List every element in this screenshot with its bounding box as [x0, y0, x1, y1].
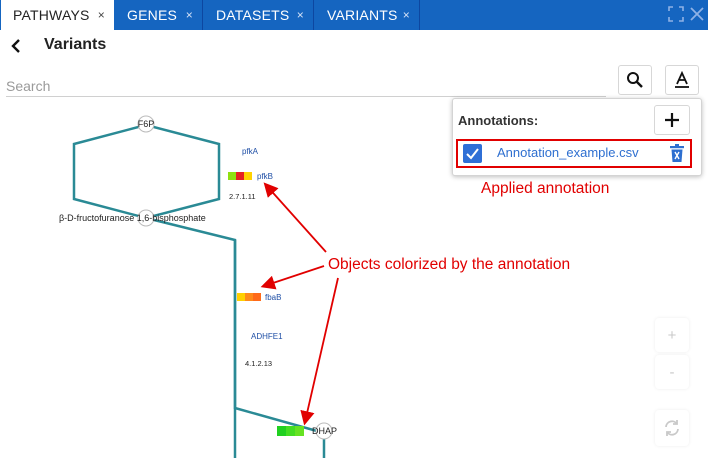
- tab-label: GENES: [127, 7, 178, 23]
- metabolite-label: DHAP: [312, 426, 337, 436]
- zoom-out-icon: -: [669, 363, 675, 381]
- trash-icon[interactable]: [669, 144, 685, 163]
- checkbox-checked-icon[interactable]: [463, 144, 482, 163]
- tab-pathways[interactable]: PATHWAYS ×: [0, 0, 114, 30]
- refresh-icon: [665, 420, 679, 436]
- add-annotation-button[interactable]: [654, 105, 690, 135]
- gene-label[interactable]: ADHFE1: [251, 332, 283, 341]
- search-button[interactable]: [618, 65, 652, 95]
- zoom-out-button[interactable]: -: [655, 355, 689, 389]
- tab-close-icon[interactable]: ×: [403, 8, 410, 22]
- annotation-bar-DHAP[interactable]: [277, 426, 304, 436]
- metabolite-label: β-D-fructofuranose 1,6-bisphosphate: [59, 213, 206, 223]
- text-format-icon: [675, 71, 689, 88]
- gene-label[interactable]: pfkB: [257, 172, 273, 181]
- plus-icon: [665, 113, 679, 127]
- tab-variants[interactable]: VARIANTS ×: [315, 0, 420, 30]
- ec-number: 4.1.2.13: [245, 359, 272, 368]
- tab-label: DATASETS: [216, 7, 290, 23]
- chevron-left-icon[interactable]: [6, 36, 26, 56]
- annotation-bar-pfkB[interactable]: [228, 172, 252, 180]
- page-title: Variants: [44, 36, 107, 53]
- callout-applied-annotation: Applied annotation: [481, 180, 610, 197]
- zoom-in-button[interactable]: +: [655, 318, 689, 352]
- gene-label[interactable]: fbaB: [265, 293, 281, 302]
- annotations-title: Annotations:: [458, 113, 539, 128]
- tab-label: PATHWAYS: [13, 7, 90, 23]
- tab-genes[interactable]: GENES ×: [115, 0, 203, 30]
- ec-number: 2.7.1.11: [229, 192, 256, 201]
- pathway-edge: [72, 123, 221, 220]
- tab-close-icon[interactable]: ×: [98, 8, 105, 22]
- tab-datasets[interactable]: DATASETS ×: [204, 0, 314, 30]
- callout-objects-colorized: Objects colorized by the annotation: [328, 256, 571, 273]
- tab-close-icon[interactable]: ×: [297, 8, 304, 22]
- annotation-item: Annotation_example.csv: [456, 139, 692, 168]
- annotations-popup: Annotations: Annotation_example.csv: [452, 98, 702, 176]
- close-icon[interactable]: [688, 5, 706, 23]
- gene-label[interactable]: pfkA: [242, 147, 259, 156]
- refresh-button[interactable]: [655, 410, 689, 446]
- tab-close-icon[interactable]: ×: [186, 8, 193, 22]
- tab-bar: PATHWAYS × GENES × DATASETS × VARIANTS ×: [0, 0, 708, 30]
- search-input[interactable]: [6, 75, 606, 97]
- tab-label: VARIANTS: [327, 7, 398, 23]
- fullscreen-icon[interactable]: [667, 5, 685, 23]
- zoom-in-icon: +: [667, 326, 677, 344]
- annotation-button[interactable]: [665, 65, 699, 95]
- annotation-bar-fbaB[interactable]: [237, 293, 261, 301]
- metabolite-label: F6P: [138, 119, 155, 129]
- annotation-filename[interactable]: Annotation_example.csv: [497, 145, 639, 160]
- search-icon: [627, 72, 643, 88]
